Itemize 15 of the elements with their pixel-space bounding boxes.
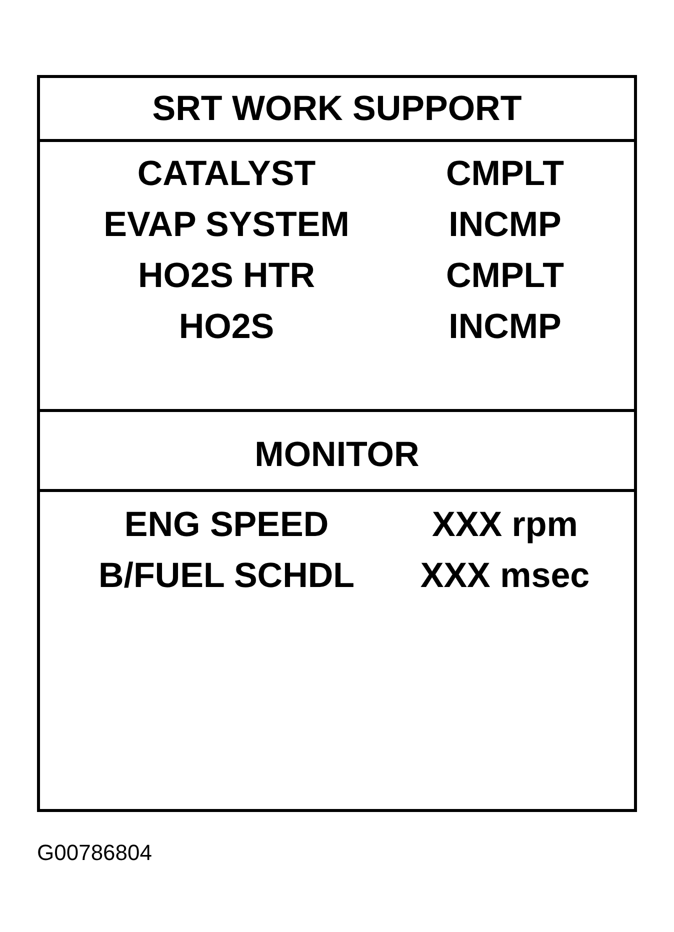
item-label: ENG SPEED	[124, 507, 329, 542]
status-value: INCMP	[448, 207, 562, 242]
item-label: HO2S HTR	[138, 258, 315, 293]
item-label: CATALYST	[137, 156, 316, 191]
item-label: EVAP SYSTEM	[104, 207, 350, 242]
figure-code: G00786804	[37, 840, 152, 865]
section-title: MONITOR	[254, 437, 420, 472]
panel-title: SRT WORK SUPPORT	[152, 91, 522, 126]
reading-value: XXX rpm	[432, 507, 578, 542]
status-value: CMPLT	[446, 258, 564, 293]
reading-value: XXX msec	[420, 558, 590, 593]
item-label: HO2S	[178, 309, 274, 344]
item-label: B/FUEL SCHDL	[98, 558, 355, 593]
status-value: INCMP	[448, 309, 562, 344]
status-value: CMPLT	[446, 156, 564, 191]
